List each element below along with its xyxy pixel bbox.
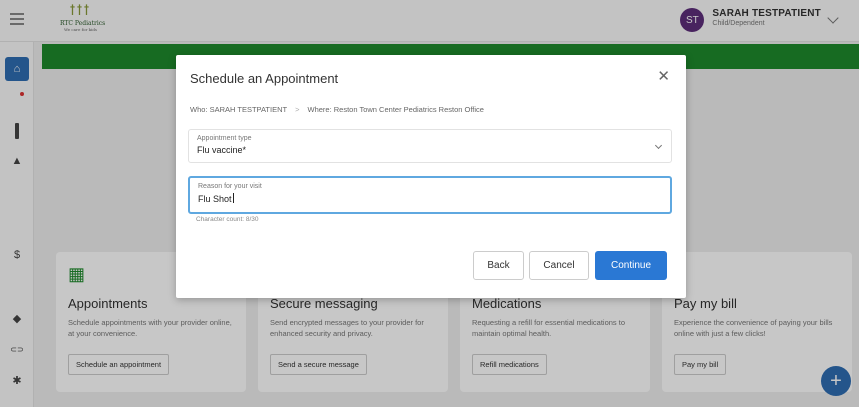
reason-value: Flu Shot — [198, 194, 232, 204]
breadcrumb-who[interactable]: Who: SARAH TESTPATIENT — [190, 105, 287, 114]
appointment-type-label: Appointment type — [197, 135, 252, 142]
back-button[interactable]: Back — [473, 251, 524, 280]
cancel-button[interactable]: Cancel — [529, 251, 589, 280]
schedule-appointment-dialog: Schedule an Appointment ✕ Who: SARAH TES… — [176, 55, 686, 298]
reason-for-visit-input[interactable]: Reason for your visit Flu Shot — [188, 176, 672, 214]
text-cursor — [232, 193, 234, 203]
dialog-title: Schedule an Appointment — [190, 71, 339, 86]
character-count: Character count: 8/30 — [196, 216, 259, 223]
appointment-type-value: Flu vaccine* — [197, 145, 247, 155]
reason-label: Reason for your visit — [198, 183, 262, 190]
appointment-type-select[interactable]: Appointment type Flu vaccine* — [188, 129, 672, 163]
continue-button[interactable]: Continue — [595, 251, 667, 280]
breadcrumb: Who: SARAH TESTPATIENT > Where: Reston T… — [190, 105, 484, 114]
breadcrumb-where: Where: Reston Town Center Pediatrics Res… — [307, 105, 484, 114]
close-icon[interactable]: ✕ — [657, 67, 670, 85]
chevron-right-icon: > — [295, 105, 300, 114]
